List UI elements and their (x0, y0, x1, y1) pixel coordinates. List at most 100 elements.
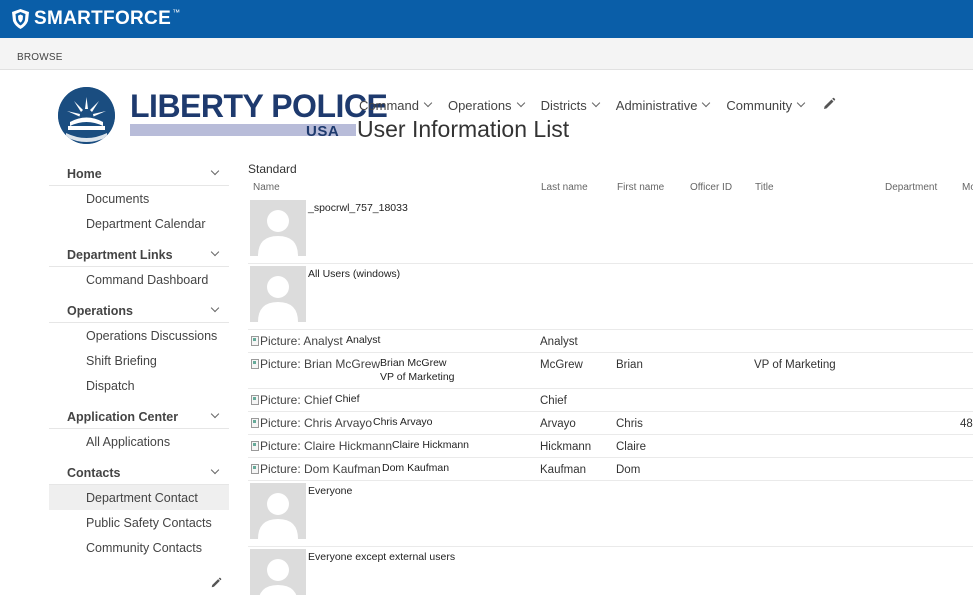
last-name-cell: Chief (540, 395, 567, 407)
top-navigation: Command Operations Districts Administrat… (359, 97, 821, 113)
broken-picture: Picture: Chief (251, 393, 332, 407)
topnav-community[interactable]: Community (726, 97, 806, 113)
user-subtitle: VP of Marketing (380, 371, 455, 383)
broken-picture: Picture: Analyst (251, 334, 343, 348)
column-header-more[interactable]: Mo (962, 182, 973, 193)
nav-section-application-center[interactable]: Application Center (49, 404, 229, 429)
table-row: Picture: Brian McGrew Brian McGrew VP of… (248, 353, 973, 389)
nav-item-shift-briefing[interactable]: Shift Briefing (49, 348, 229, 373)
ribbon-tab-browse[interactable]: BROWSE (17, 52, 63, 63)
nav-item-public-safety-contacts[interactable]: Public Safety Contacts (49, 510, 229, 535)
last-name-cell: Analyst (540, 336, 578, 348)
view-selector-standard[interactable]: Standard (248, 162, 297, 176)
nav-item-label: Command Dashboard (86, 273, 209, 287)
nav-section-label: Department Links (67, 248, 173, 262)
last-name-cell: McGrew (540, 359, 583, 371)
broken-picture: Picture: Brian McGrew (251, 357, 380, 371)
chevron-down-icon[interactable] (210, 465, 220, 475)
first-name-cell: Brian (616, 359, 643, 371)
topnav-districts[interactable]: Districts (541, 97, 601, 113)
edit-links-pencil-icon[interactable] (822, 97, 836, 111)
user-name-link[interactable]: Brian McGrew (380, 357, 447, 369)
broken-image-icon (251, 418, 259, 428)
user-list: _spocrwl_757_18033 All Users (windows) P… (248, 198, 973, 595)
mobile-cell: 48 (960, 418, 973, 430)
topnav-label: Administrative (615, 97, 698, 113)
chevron-down-icon[interactable] (210, 166, 220, 176)
user-name-link[interactable]: Everyone except external users (308, 551, 455, 563)
chevron-down-icon (516, 98, 525, 108)
user-name-link[interactable]: Dom Kaufman (382, 462, 449, 474)
picture-alt-text: Picture: Brian McGrew (260, 357, 381, 371)
user-name-link[interactable]: Chief (335, 393, 360, 405)
nav-item-label: Shift Briefing (86, 354, 157, 368)
logo-title: LIBERTY POLICE (130, 88, 388, 124)
nav-item-documents[interactable]: Documents (49, 186, 229, 211)
nav-item-operations-discussions[interactable]: Operations Discussions (49, 323, 229, 348)
table-row: Everyone except external users (248, 547, 973, 595)
nav-item-label: Documents (86, 192, 150, 206)
user-name-link[interactable]: Analyst (346, 334, 380, 346)
chevron-down-icon (591, 98, 601, 108)
chevron-down-icon[interactable] (210, 247, 220, 257)
last-name-cell: Kaufman (540, 464, 587, 476)
table-row: Picture: Claire Hickmann Claire Hickmann… (248, 435, 973, 458)
nav-item-label: Community Contacts (86, 541, 203, 555)
nav-section-contacts[interactable]: Contacts (49, 460, 229, 485)
nav-item-label: Public Safety Contacts (86, 516, 212, 530)
broken-image-icon (251, 359, 259, 369)
left-navigation: Home Documents Department Calendar Depar… (49, 161, 229, 560)
column-header-first-name[interactable]: First name (617, 182, 664, 193)
ribbon: BROWSE (0, 38, 973, 70)
user-name-link[interactable]: Claire Hickmann (392, 439, 469, 451)
nav-item-label: Department Contact (86, 491, 198, 505)
table-row: Picture: Dom Kaufman Dom Kaufman Kaufman… (248, 458, 973, 481)
topnav-label: Command (359, 97, 419, 113)
chevron-down-icon (423, 98, 433, 108)
edit-nav-pencil-icon[interactable] (210, 577, 222, 589)
nav-section-label: Contacts (67, 466, 121, 480)
nav-section-operations[interactable]: Operations (49, 298, 229, 323)
user-name-link[interactable]: Everyone (308, 485, 352, 497)
broken-image-icon (251, 441, 259, 451)
title-cell: VP of Marketing (754, 359, 836, 371)
suite-bar: SMARTFORCE ™ (0, 0, 973, 38)
brand-name: SMARTFORCE (34, 8, 172, 29)
broken-picture: Picture: Dom Kaufman (251, 462, 381, 476)
chevron-down-icon (702, 98, 711, 108)
topnav-operations[interactable]: Operations (448, 97, 525, 113)
topnav-label: Community (726, 97, 793, 113)
user-name-link[interactable]: All Users (windows) (308, 268, 400, 280)
nav-section-home[interactable]: Home (49, 161, 229, 186)
nav-item-department-contact[interactable]: Department Contact (49, 485, 229, 510)
last-name-cell: Hickmann (540, 441, 592, 453)
nav-section-department-links[interactable]: Department Links (49, 242, 229, 267)
nav-item-department-calendar[interactable]: Department Calendar (49, 211, 229, 236)
first-name-cell: Chris (616, 418, 643, 430)
nav-item-dispatch[interactable]: Dispatch (49, 373, 229, 398)
table-row: Picture: Chris Arvayo Chris Arvayo Arvay… (248, 412, 973, 435)
table-row: Picture: Analyst Analyst Analyst (248, 330, 973, 353)
column-header-title[interactable]: Title (755, 182, 774, 193)
topnav-command[interactable]: Command (359, 97, 433, 113)
first-name-cell: Dom (616, 464, 641, 476)
user-name-link[interactable]: _spocrwl_757_18033 (308, 202, 408, 214)
chevron-down-icon[interactable] (210, 303, 220, 313)
column-header-officer-id[interactable]: Officer ID (690, 182, 732, 193)
column-header-last-name[interactable]: Last name (541, 182, 588, 193)
column-header-name[interactable]: Name (253, 182, 280, 193)
topnav-administrative[interactable]: Administrative (615, 97, 711, 113)
nav-item-label: Dispatch (86, 379, 135, 393)
user-name-link[interactable]: Chris Arvayo (373, 416, 433, 428)
nav-item-community-contacts[interactable]: Community Contacts (49, 535, 229, 560)
brand-logo[interactable]: SMARTFORCE ™ (12, 7, 180, 31)
chevron-down-icon[interactable] (210, 409, 220, 419)
nav-item-command-dashboard[interactable]: Command Dashboard (49, 267, 229, 292)
table-row: _spocrwl_757_18033 (248, 198, 973, 264)
column-header-department[interactable]: Department (885, 182, 937, 193)
site-logo[interactable]: LIBERTY POLICE USA (58, 87, 388, 145)
default-avatar-icon (250, 483, 306, 539)
table-row: Everyone (248, 481, 973, 547)
nav-section-label: Operations (67, 304, 133, 318)
nav-item-all-applications[interactable]: All Applications (49, 429, 229, 454)
